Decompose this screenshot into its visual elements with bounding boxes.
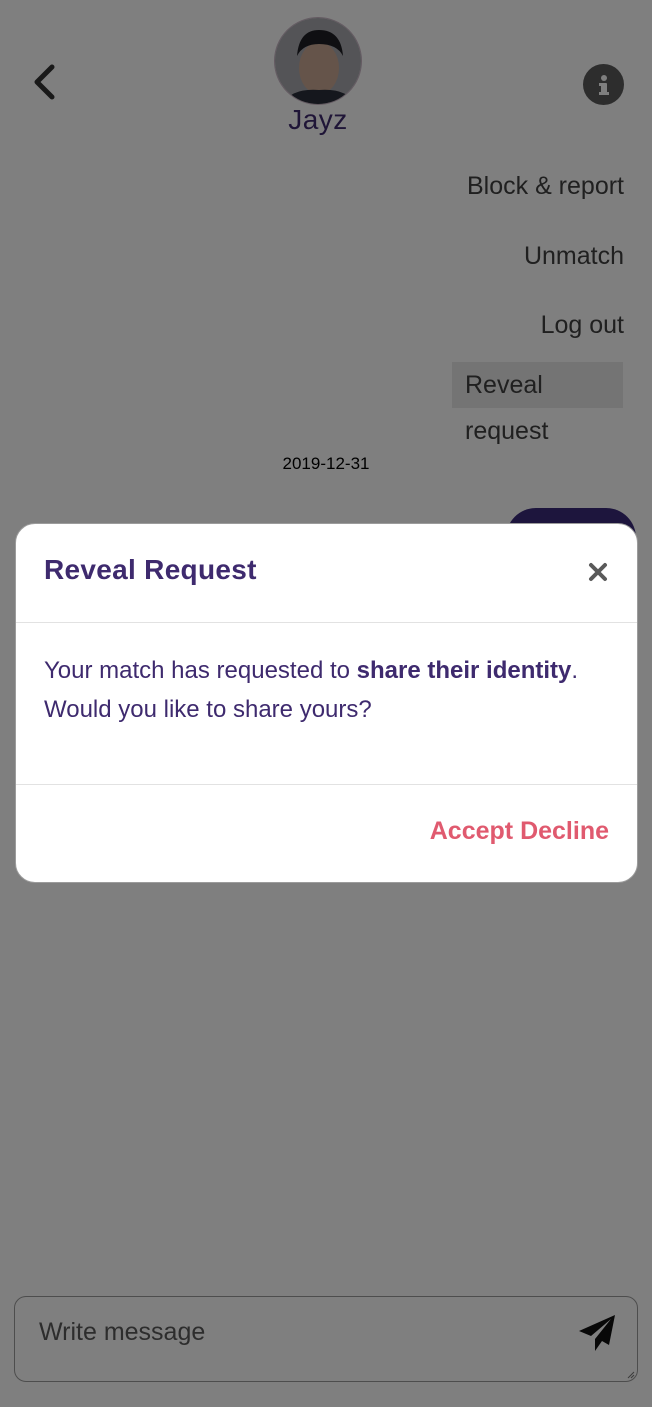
dialog-message-prefix: Your match has requested to — [44, 657, 357, 684]
reveal-request-dialog: Reveal Request Your match has requested … — [15, 523, 638, 883]
dialog-actions: Accept Decline — [430, 817, 609, 846]
dialog-body: Your match has requested to share their … — [16, 623, 637, 785]
dialog-title: Reveal Request — [44, 554, 257, 585]
accept-button[interactable]: Accept — [430, 817, 513, 845]
dialog-footer: Accept Decline — [16, 785, 637, 882]
dialog-header: Reveal Request — [16, 524, 637, 623]
dialog-message: Your match has requested to share their … — [44, 651, 614, 729]
close-button[interactable] — [584, 558, 612, 586]
close-icon — [589, 563, 607, 581]
decline-button[interactable]: Decline — [520, 817, 609, 845]
dialog-message-emphasis: share their identity — [356, 657, 572, 684]
